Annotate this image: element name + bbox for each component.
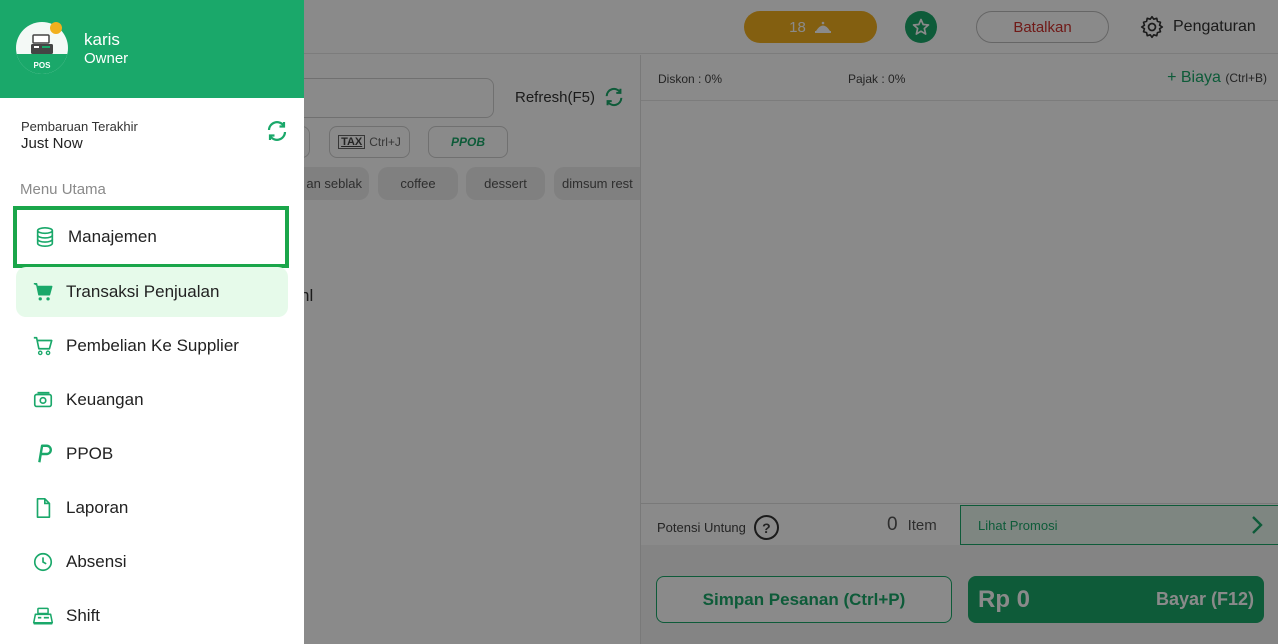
menu-item-label: Transaksi Penjualan <box>66 282 220 301</box>
cart-filled-icon <box>32 281 54 303</box>
menu-item-pembelian-ke-supplier[interactable]: Pembelian Ke Supplier <box>16 321 288 371</box>
sync-button[interactable] <box>265 119 289 143</box>
last-update-label: Pembaruan Terakhir <box>21 119 138 134</box>
menu-item-keuangan[interactable]: Keuangan <box>16 375 288 425</box>
avatar-text: POS <box>34 61 52 70</box>
cart-outline-icon <box>32 335 54 357</box>
database-icon <box>34 226 56 248</box>
user-name: karis <box>84 30 120 49</box>
menu-item-label: Manajemen <box>68 227 157 246</box>
modal-backdrop[interactable] <box>304 0 1278 644</box>
last-update-value: Just Now <box>21 135 83 152</box>
drawer-header: POS karis Owner <box>0 0 304 98</box>
document-icon <box>32 497 54 519</box>
menu-item-ppob[interactable]: PPOB <box>16 429 288 479</box>
menu-item-label: Keuangan <box>66 390 144 409</box>
menu-item-manajemen[interactable]: Manajemen <box>13 206 289 268</box>
menu-item-label: Laporan <box>66 498 129 517</box>
menu-item-transaksi-penjualan[interactable]: Transaksi Penjualan <box>16 267 288 317</box>
menu-heading: Menu Utama <box>20 181 106 198</box>
navigation-drawer: POS karis Owner Pembaruan Terakhir Just … <box>0 0 304 644</box>
clock-icon <box>32 551 54 573</box>
menu-item-laporan[interactable]: Laporan <box>16 483 288 533</box>
menu-item-label: PPOB <box>66 444 114 463</box>
cash-register-icon <box>32 605 54 627</box>
user-role: Owner <box>84 50 129 67</box>
menu-item-absensi[interactable]: Absensi <box>16 537 288 587</box>
notification-badge <box>50 22 62 34</box>
ppob-icon <box>32 443 54 465</box>
menu-item-shift[interactable]: Shift <box>16 591 288 641</box>
sync-icon <box>267 121 287 141</box>
menu-item-label: Shift <box>66 606 101 625</box>
menu-item-label: Pembelian Ke Supplier <box>66 336 239 355</box>
menu-item-label: Absensi <box>66 552 127 571</box>
money-icon <box>32 389 54 411</box>
